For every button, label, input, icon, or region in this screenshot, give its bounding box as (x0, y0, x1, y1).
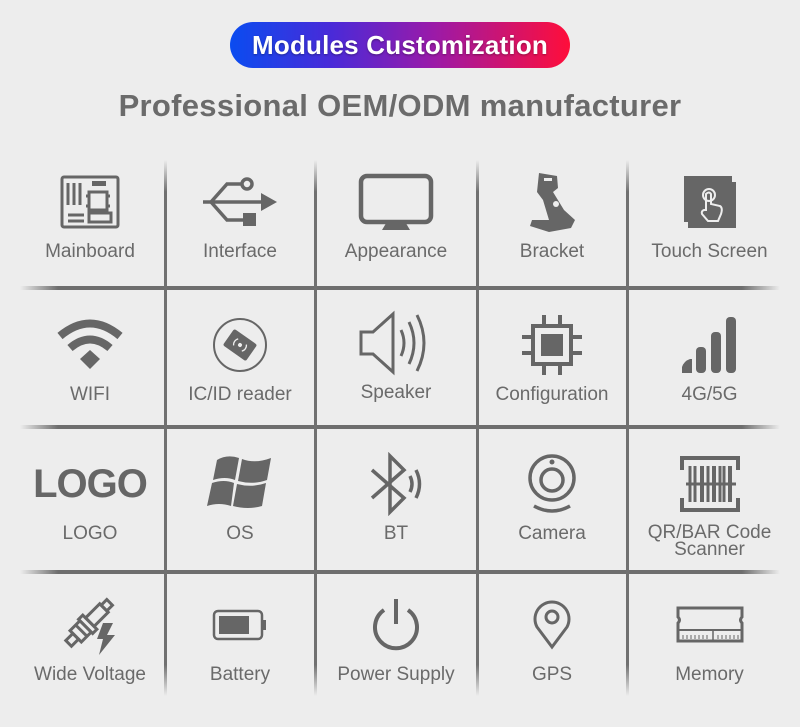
module-label: Mainboard (45, 241, 135, 262)
module-label: OS (226, 523, 254, 544)
usb-icon (200, 170, 280, 234)
module-4g-5g: 4G/5G (627, 313, 792, 404)
grid-divider-horizontal (20, 570, 780, 574)
module-label: 4G/5G (681, 384, 738, 405)
wifi-icon (50, 313, 130, 377)
grid-divider-horizontal (20, 286, 780, 290)
module-label: Battery (209, 664, 271, 685)
module-touch-screen: Touch Screen (627, 170, 792, 261)
module-gps: GPS (477, 593, 627, 684)
nfc-card-reader-icon (200, 313, 280, 377)
page-subtitle: Professional OEM/ODM manufacturer (118, 88, 682, 123)
module-label: BT (383, 523, 409, 544)
module-bracket: Bracket (477, 170, 627, 261)
module-interface: Interface (165, 170, 315, 261)
module-label: Memory (675, 664, 744, 685)
module-label: Interface (203, 241, 277, 262)
module-label: IC/ID reader (188, 384, 292, 405)
module-memory: Memory (627, 593, 792, 684)
logo-text: LOGO (33, 461, 148, 506)
bluetooth-icon (356, 452, 436, 516)
module-qr-bar-code-scanner: QR/BAR Code Scanner (627, 452, 792, 560)
module-appearance: Appearance (315, 170, 477, 261)
module-os: OS (165, 452, 315, 543)
module-label: WIFI (69, 384, 111, 405)
module-power-supply: Power Supply (315, 593, 477, 684)
module-speaker: Speaker (315, 310, 477, 403)
windows-icon (200, 452, 280, 516)
module-bt: BT (315, 452, 477, 543)
battery-icon (200, 593, 280, 657)
cpu-chip-icon (512, 313, 592, 377)
module-label: Power Supply (337, 664, 455, 685)
webcam-icon (512, 452, 592, 516)
memory-module-icon (670, 593, 750, 657)
barcode-scanner-icon (670, 452, 750, 516)
map-pin-icon (512, 593, 592, 657)
module-label: QR/BAR Code Scanner (647, 522, 772, 560)
module-mainboard: Mainboard (15, 170, 165, 261)
module-configuration: Configuration (477, 313, 627, 404)
signal-bars-icon (670, 313, 750, 377)
module-battery: Battery (165, 593, 315, 684)
monitor-icon (356, 170, 436, 234)
module-label: LOGO (62, 523, 118, 544)
module-logo: LOGO LOGO (15, 452, 165, 544)
module-camera: Camera (477, 452, 627, 543)
module-label: Bracket (519, 241, 585, 262)
module-label: Appearance (344, 241, 448, 262)
grid-divider-horizontal (20, 425, 780, 429)
spark-plug-voltage-icon (50, 593, 130, 657)
module-label: Speaker (360, 382, 432, 403)
touch-screen-icon (670, 170, 750, 234)
banner-title: Modules Customization (252, 29, 548, 60)
module-wide-voltage: Wide Voltage (15, 593, 165, 684)
module-ic-id-reader: IC/ID reader (165, 313, 315, 404)
speaker-icon (356, 310, 436, 376)
module-wifi: WIFI (15, 313, 165, 404)
module-label: Wide Voltage (34, 664, 146, 685)
power-icon (356, 593, 436, 657)
module-label: Camera (518, 523, 586, 544)
logo-text-icon: LOGO (30, 452, 150, 516)
modules-customization-banner: Modules Customization (230, 22, 570, 68)
module-label: Touch Screen (651, 241, 768, 262)
module-label: Configuration (495, 384, 609, 405)
bracket-stand-icon (512, 170, 592, 234)
mainboard-icon (50, 170, 130, 234)
module-label: GPS (531, 664, 573, 685)
